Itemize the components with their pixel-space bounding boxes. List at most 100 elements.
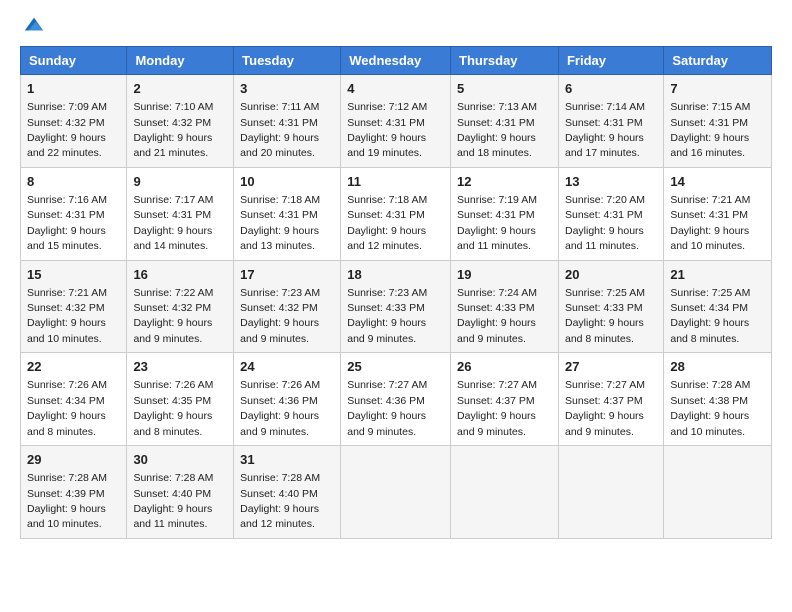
day-info: Sunrise: 7:22 AMSunset: 4:32 PMDaylight:… [133, 287, 213, 345]
day-number: 25 [347, 358, 444, 376]
day-number: 1 [27, 80, 120, 98]
day-number: 20 [565, 266, 657, 284]
day-number: 26 [457, 358, 552, 376]
weekday-header-monday: Monday [127, 47, 234, 75]
day-info: Sunrise: 7:20 AMSunset: 4:31 PMDaylight:… [565, 194, 645, 252]
calendar-cell: 8 Sunrise: 7:16 AMSunset: 4:31 PMDayligh… [21, 167, 127, 260]
day-info: Sunrise: 7:26 AMSunset: 4:36 PMDaylight:… [240, 379, 320, 437]
day-info: Sunrise: 7:15 AMSunset: 4:31 PMDaylight:… [670, 101, 750, 159]
weekday-header-wednesday: Wednesday [341, 47, 451, 75]
day-info: Sunrise: 7:12 AMSunset: 4:31 PMDaylight:… [347, 101, 427, 159]
day-number: 2 [133, 80, 227, 98]
calendar-cell [451, 446, 559, 539]
day-number: 4 [347, 80, 444, 98]
day-info: Sunrise: 7:28 AMSunset: 4:39 PMDaylight:… [27, 472, 107, 530]
calendar-cell: 4 Sunrise: 7:12 AMSunset: 4:31 PMDayligh… [341, 75, 451, 168]
day-info: Sunrise: 7:21 AMSunset: 4:31 PMDaylight:… [670, 194, 750, 252]
day-number: 15 [27, 266, 120, 284]
calendar-cell: 24 Sunrise: 7:26 AMSunset: 4:36 PMDaylig… [234, 353, 341, 446]
day-info: Sunrise: 7:28 AMSunset: 4:40 PMDaylight:… [133, 472, 213, 530]
header [20, 16, 772, 36]
calendar-table: SundayMondayTuesdayWednesdayThursdayFrid… [20, 46, 772, 539]
day-info: Sunrise: 7:18 AMSunset: 4:31 PMDaylight:… [240, 194, 320, 252]
day-info: Sunrise: 7:25 AMSunset: 4:34 PMDaylight:… [670, 287, 750, 345]
day-number: 28 [670, 358, 765, 376]
calendar-cell: 21 Sunrise: 7:25 AMSunset: 4:34 PMDaylig… [664, 260, 772, 353]
day-info: Sunrise: 7:26 AMSunset: 4:35 PMDaylight:… [133, 379, 213, 437]
day-number: 16 [133, 266, 227, 284]
day-info: Sunrise: 7:17 AMSunset: 4:31 PMDaylight:… [133, 194, 213, 252]
calendar-cell: 6 Sunrise: 7:14 AMSunset: 4:31 PMDayligh… [558, 75, 663, 168]
day-info: Sunrise: 7:25 AMSunset: 4:33 PMDaylight:… [565, 287, 645, 345]
calendar-cell: 31 Sunrise: 7:28 AMSunset: 4:40 PMDaylig… [234, 446, 341, 539]
calendar-cell: 2 Sunrise: 7:10 AMSunset: 4:32 PMDayligh… [127, 75, 234, 168]
calendar-cell: 10 Sunrise: 7:18 AMSunset: 4:31 PMDaylig… [234, 167, 341, 260]
day-number: 12 [457, 173, 552, 191]
day-info: Sunrise: 7:13 AMSunset: 4:31 PMDaylight:… [457, 101, 537, 159]
calendar-cell: 15 Sunrise: 7:21 AMSunset: 4:32 PMDaylig… [21, 260, 127, 353]
day-info: Sunrise: 7:28 AMSunset: 4:38 PMDaylight:… [670, 379, 750, 437]
weekday-header-tuesday: Tuesday [234, 47, 341, 75]
weekday-header-sunday: Sunday [21, 47, 127, 75]
calendar-cell: 12 Sunrise: 7:19 AMSunset: 4:31 PMDaylig… [451, 167, 559, 260]
calendar-cell: 14 Sunrise: 7:21 AMSunset: 4:31 PMDaylig… [664, 167, 772, 260]
calendar-cell: 30 Sunrise: 7:28 AMSunset: 4:40 PMDaylig… [127, 446, 234, 539]
day-number: 11 [347, 173, 444, 191]
page: SundayMondayTuesdayWednesdayThursdayFrid… [0, 0, 792, 612]
day-number: 18 [347, 266, 444, 284]
day-number: 5 [457, 80, 552, 98]
day-number: 30 [133, 451, 227, 469]
weekday-header-thursday: Thursday [451, 47, 559, 75]
calendar-cell: 25 Sunrise: 7:27 AMSunset: 4:36 PMDaylig… [341, 353, 451, 446]
logo [20, 16, 45, 36]
day-number: 8 [27, 173, 120, 191]
day-number: 24 [240, 358, 334, 376]
day-number: 14 [670, 173, 765, 191]
calendar-cell: 22 Sunrise: 7:26 AMSunset: 4:34 PMDaylig… [21, 353, 127, 446]
calendar-cell: 20 Sunrise: 7:25 AMSunset: 4:33 PMDaylig… [558, 260, 663, 353]
day-info: Sunrise: 7:11 AMSunset: 4:31 PMDaylight:… [240, 101, 319, 159]
calendar-cell: 5 Sunrise: 7:13 AMSunset: 4:31 PMDayligh… [451, 75, 559, 168]
day-number: 27 [565, 358, 657, 376]
calendar-cell: 29 Sunrise: 7:28 AMSunset: 4:39 PMDaylig… [21, 446, 127, 539]
calendar-cell [664, 446, 772, 539]
day-number: 7 [670, 80, 765, 98]
calendar-cell: 9 Sunrise: 7:17 AMSunset: 4:31 PMDayligh… [127, 167, 234, 260]
day-number: 6 [565, 80, 657, 98]
calendar-cell: 3 Sunrise: 7:11 AMSunset: 4:31 PMDayligh… [234, 75, 341, 168]
calendar-cell: 19 Sunrise: 7:24 AMSunset: 4:33 PMDaylig… [451, 260, 559, 353]
day-number: 21 [670, 266, 765, 284]
day-number: 10 [240, 173, 334, 191]
calendar-cell: 17 Sunrise: 7:23 AMSunset: 4:32 PMDaylig… [234, 260, 341, 353]
calendar-cell: 1 Sunrise: 7:09 AMSunset: 4:32 PMDayligh… [21, 75, 127, 168]
day-info: Sunrise: 7:23 AMSunset: 4:33 PMDaylight:… [347, 287, 427, 345]
day-number: 9 [133, 173, 227, 191]
day-number: 29 [27, 451, 120, 469]
weekday-header-saturday: Saturday [664, 47, 772, 75]
day-info: Sunrise: 7:23 AMSunset: 4:32 PMDaylight:… [240, 287, 320, 345]
day-info: Sunrise: 7:26 AMSunset: 4:34 PMDaylight:… [27, 379, 107, 437]
calendar-cell: 7 Sunrise: 7:15 AMSunset: 4:31 PMDayligh… [664, 75, 772, 168]
day-info: Sunrise: 7:27 AMSunset: 4:36 PMDaylight:… [347, 379, 427, 437]
day-number: 23 [133, 358, 227, 376]
day-number: 19 [457, 266, 552, 284]
day-number: 3 [240, 80, 334, 98]
day-info: Sunrise: 7:27 AMSunset: 4:37 PMDaylight:… [565, 379, 645, 437]
day-info: Sunrise: 7:14 AMSunset: 4:31 PMDaylight:… [565, 101, 645, 159]
calendar-cell [341, 446, 451, 539]
day-info: Sunrise: 7:24 AMSunset: 4:33 PMDaylight:… [457, 287, 537, 345]
calendar-cell: 27 Sunrise: 7:27 AMSunset: 4:37 PMDaylig… [558, 353, 663, 446]
day-number: 31 [240, 451, 334, 469]
logo-icon [23, 14, 45, 36]
day-number: 17 [240, 266, 334, 284]
calendar-cell: 28 Sunrise: 7:28 AMSunset: 4:38 PMDaylig… [664, 353, 772, 446]
weekday-header-friday: Friday [558, 47, 663, 75]
calendar-cell [558, 446, 663, 539]
day-info: Sunrise: 7:19 AMSunset: 4:31 PMDaylight:… [457, 194, 537, 252]
day-info: Sunrise: 7:09 AMSunset: 4:32 PMDaylight:… [27, 101, 107, 159]
day-number: 22 [27, 358, 120, 376]
day-info: Sunrise: 7:21 AMSunset: 4:32 PMDaylight:… [27, 287, 107, 345]
day-number: 13 [565, 173, 657, 191]
day-info: Sunrise: 7:18 AMSunset: 4:31 PMDaylight:… [347, 194, 427, 252]
day-info: Sunrise: 7:28 AMSunset: 4:40 PMDaylight:… [240, 472, 320, 530]
